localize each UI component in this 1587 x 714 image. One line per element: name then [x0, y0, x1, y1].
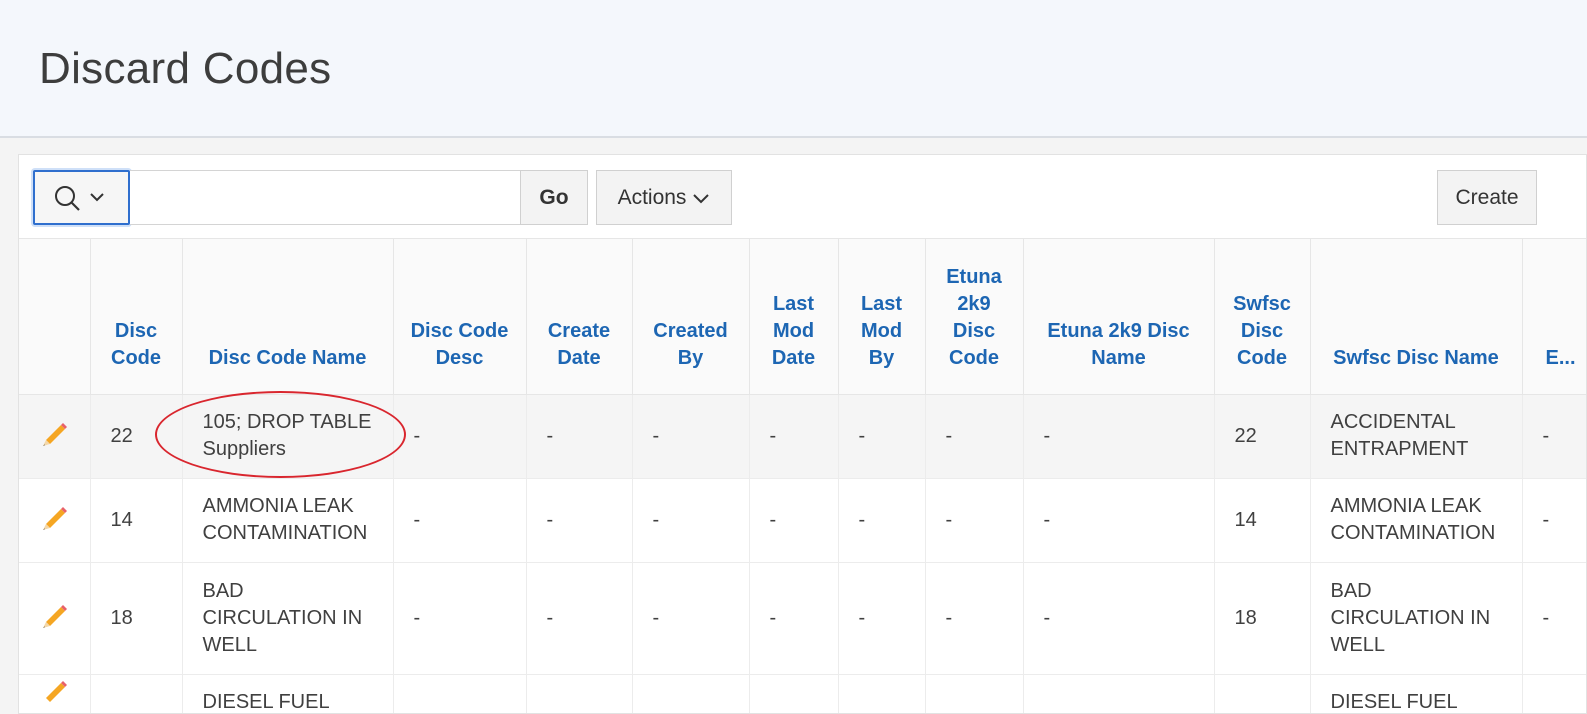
chevron-down-icon [90, 193, 104, 202]
pencil-icon[interactable] [39, 599, 69, 629]
cell-extra: - [1522, 562, 1586, 675]
edit-cell [19, 562, 91, 675]
cell-etuna-code [925, 674, 1024, 713]
chevron-down-icon [693, 193, 710, 203]
cell-disc-code [90, 674, 183, 713]
cell-create-date: - [526, 394, 633, 479]
cell-create-date: - [526, 562, 633, 675]
report-region: Go Actions Create Disc Code Disc Code Na… [18, 154, 1587, 714]
cell-swfsc-name: ACCIDENTAL ENTRAPMENT [1310, 394, 1523, 479]
cell-etuna-name: - [1023, 562, 1215, 675]
cell-disc-code: 18 [90, 562, 183, 675]
cell-etuna-name [1023, 674, 1215, 713]
cell-disc-code: 22 [90, 394, 183, 479]
cell-swfsc-code [1214, 674, 1311, 713]
column-header-created-by[interactable]: Created By [632, 239, 750, 395]
cell-swfsc-name: DIESEL FUEL [1310, 674, 1523, 713]
column-header-last-mod-date[interactable]: Last Mod Date [749, 239, 839, 395]
cell-last-mod-by: - [838, 562, 926, 675]
cell-etuna-code: - [925, 478, 1024, 563]
column-header-etuna-name[interactable]: Etuna 2k9 Disc Name [1023, 239, 1215, 395]
table-row: DIESEL FUEL DIESEL FUEL [19, 674, 1586, 713]
actions-menu-button[interactable]: Actions [596, 170, 732, 225]
column-header-disc-code-name[interactable]: Disc Code Name [182, 239, 394, 395]
pencil-icon[interactable] [39, 501, 69, 531]
create-button[interactable]: Create [1437, 170, 1537, 225]
column-header-disc-code[interactable]: Disc Code [90, 239, 183, 395]
cell-disc-code-name: DIESEL FUEL [182, 674, 394, 713]
cell-disc-code-name: BAD CIRCULATION IN WELL [182, 562, 394, 675]
table-row: 22 105; DROP TABLE Suppliers - - - - - -… [19, 394, 1586, 479]
cell-etuna-code: - [925, 394, 1024, 479]
cell-etuna-code: - [925, 562, 1024, 675]
cell-swfsc-name: BAD CIRCULATION IN WELL [1310, 562, 1523, 675]
page-header: Discard Codes [0, 0, 1587, 138]
cell-extra: - [1522, 478, 1586, 563]
go-button[interactable]: Go [520, 170, 588, 225]
cell-create-date [526, 674, 633, 713]
cell-create-date: - [526, 478, 633, 563]
column-header-disc-code-desc[interactable]: Disc Code Desc [393, 239, 527, 395]
cell-disc-code-desc: - [393, 394, 527, 479]
table-row: 14 AMMONIA LEAK CONTAMINATION - - - - - … [19, 478, 1586, 563]
cell-created-by [632, 674, 750, 713]
actions-label: Actions [617, 185, 687, 209]
cell-created-by: - [632, 562, 750, 675]
cell-last-mod-date [749, 674, 839, 713]
column-header-swfsc-name[interactable]: Swfsc Disc Name [1310, 239, 1523, 395]
cell-swfsc-code: 22 [1214, 394, 1311, 479]
cell-last-mod-by: - [838, 478, 926, 563]
pencil-icon[interactable] [39, 675, 69, 705]
cell-last-mod-date: - [749, 478, 839, 563]
search-input[interactable] [130, 170, 521, 225]
cell-swfsc-name: AMMONIA LEAK CONTAMINATION [1310, 478, 1523, 563]
cell-disc-code-name: 105; DROP TABLE Suppliers [182, 394, 394, 479]
column-header-edit [19, 239, 91, 395]
column-header-etuna-code[interactable]: Etuna 2k9 Disc Code [925, 239, 1024, 395]
edit-cell [19, 478, 91, 563]
cell-created-by: - [632, 478, 750, 563]
column-header-last-mod-by[interactable]: Last Mod By [838, 239, 926, 395]
search-column-button[interactable] [33, 170, 130, 225]
edit-cell [19, 674, 91, 713]
table-header-row: Disc Code Disc Code Name Disc Code Desc … [19, 239, 1586, 395]
cell-last-mod-date: - [749, 562, 839, 675]
cell-swfsc-code: 18 [1214, 562, 1311, 675]
cell-swfsc-code: 14 [1214, 478, 1311, 563]
cell-disc-code: 14 [90, 478, 183, 563]
column-header-create-date[interactable]: Create Date [526, 239, 633, 395]
pencil-icon[interactable] [39, 417, 69, 447]
cell-last-mod-by: - [838, 394, 926, 479]
table-row: 18 BAD CIRCULATION IN WELL - - - - - - -… [19, 562, 1586, 675]
cell-etuna-name: - [1023, 394, 1215, 479]
cell-disc-code-desc: - [393, 562, 527, 675]
report-table: Disc Code Disc Code Name Disc Code Desc … [19, 239, 1586, 713]
cell-created-by: - [632, 394, 750, 479]
cell-extra [1522, 674, 1586, 713]
edit-cell [19, 394, 91, 479]
column-header-extra[interactable]: E... [1522, 239, 1586, 395]
report-toolbar: Go Actions Create [19, 155, 1586, 239]
column-header-swfsc-code[interactable]: Swfsc Disc Code [1214, 239, 1311, 395]
cell-extra: - [1522, 394, 1586, 479]
cell-etuna-name: - [1023, 478, 1215, 563]
magnifier-icon [55, 186, 104, 211]
page-title: Discard Codes [39, 44, 332, 93]
cell-disc-code-desc: - [393, 478, 527, 563]
cell-disc-code-name: AMMONIA LEAK CONTAMINATION [182, 478, 394, 563]
cell-disc-code-desc [393, 674, 527, 713]
cell-last-mod-by [838, 674, 926, 713]
cell-last-mod-date: - [749, 394, 839, 479]
